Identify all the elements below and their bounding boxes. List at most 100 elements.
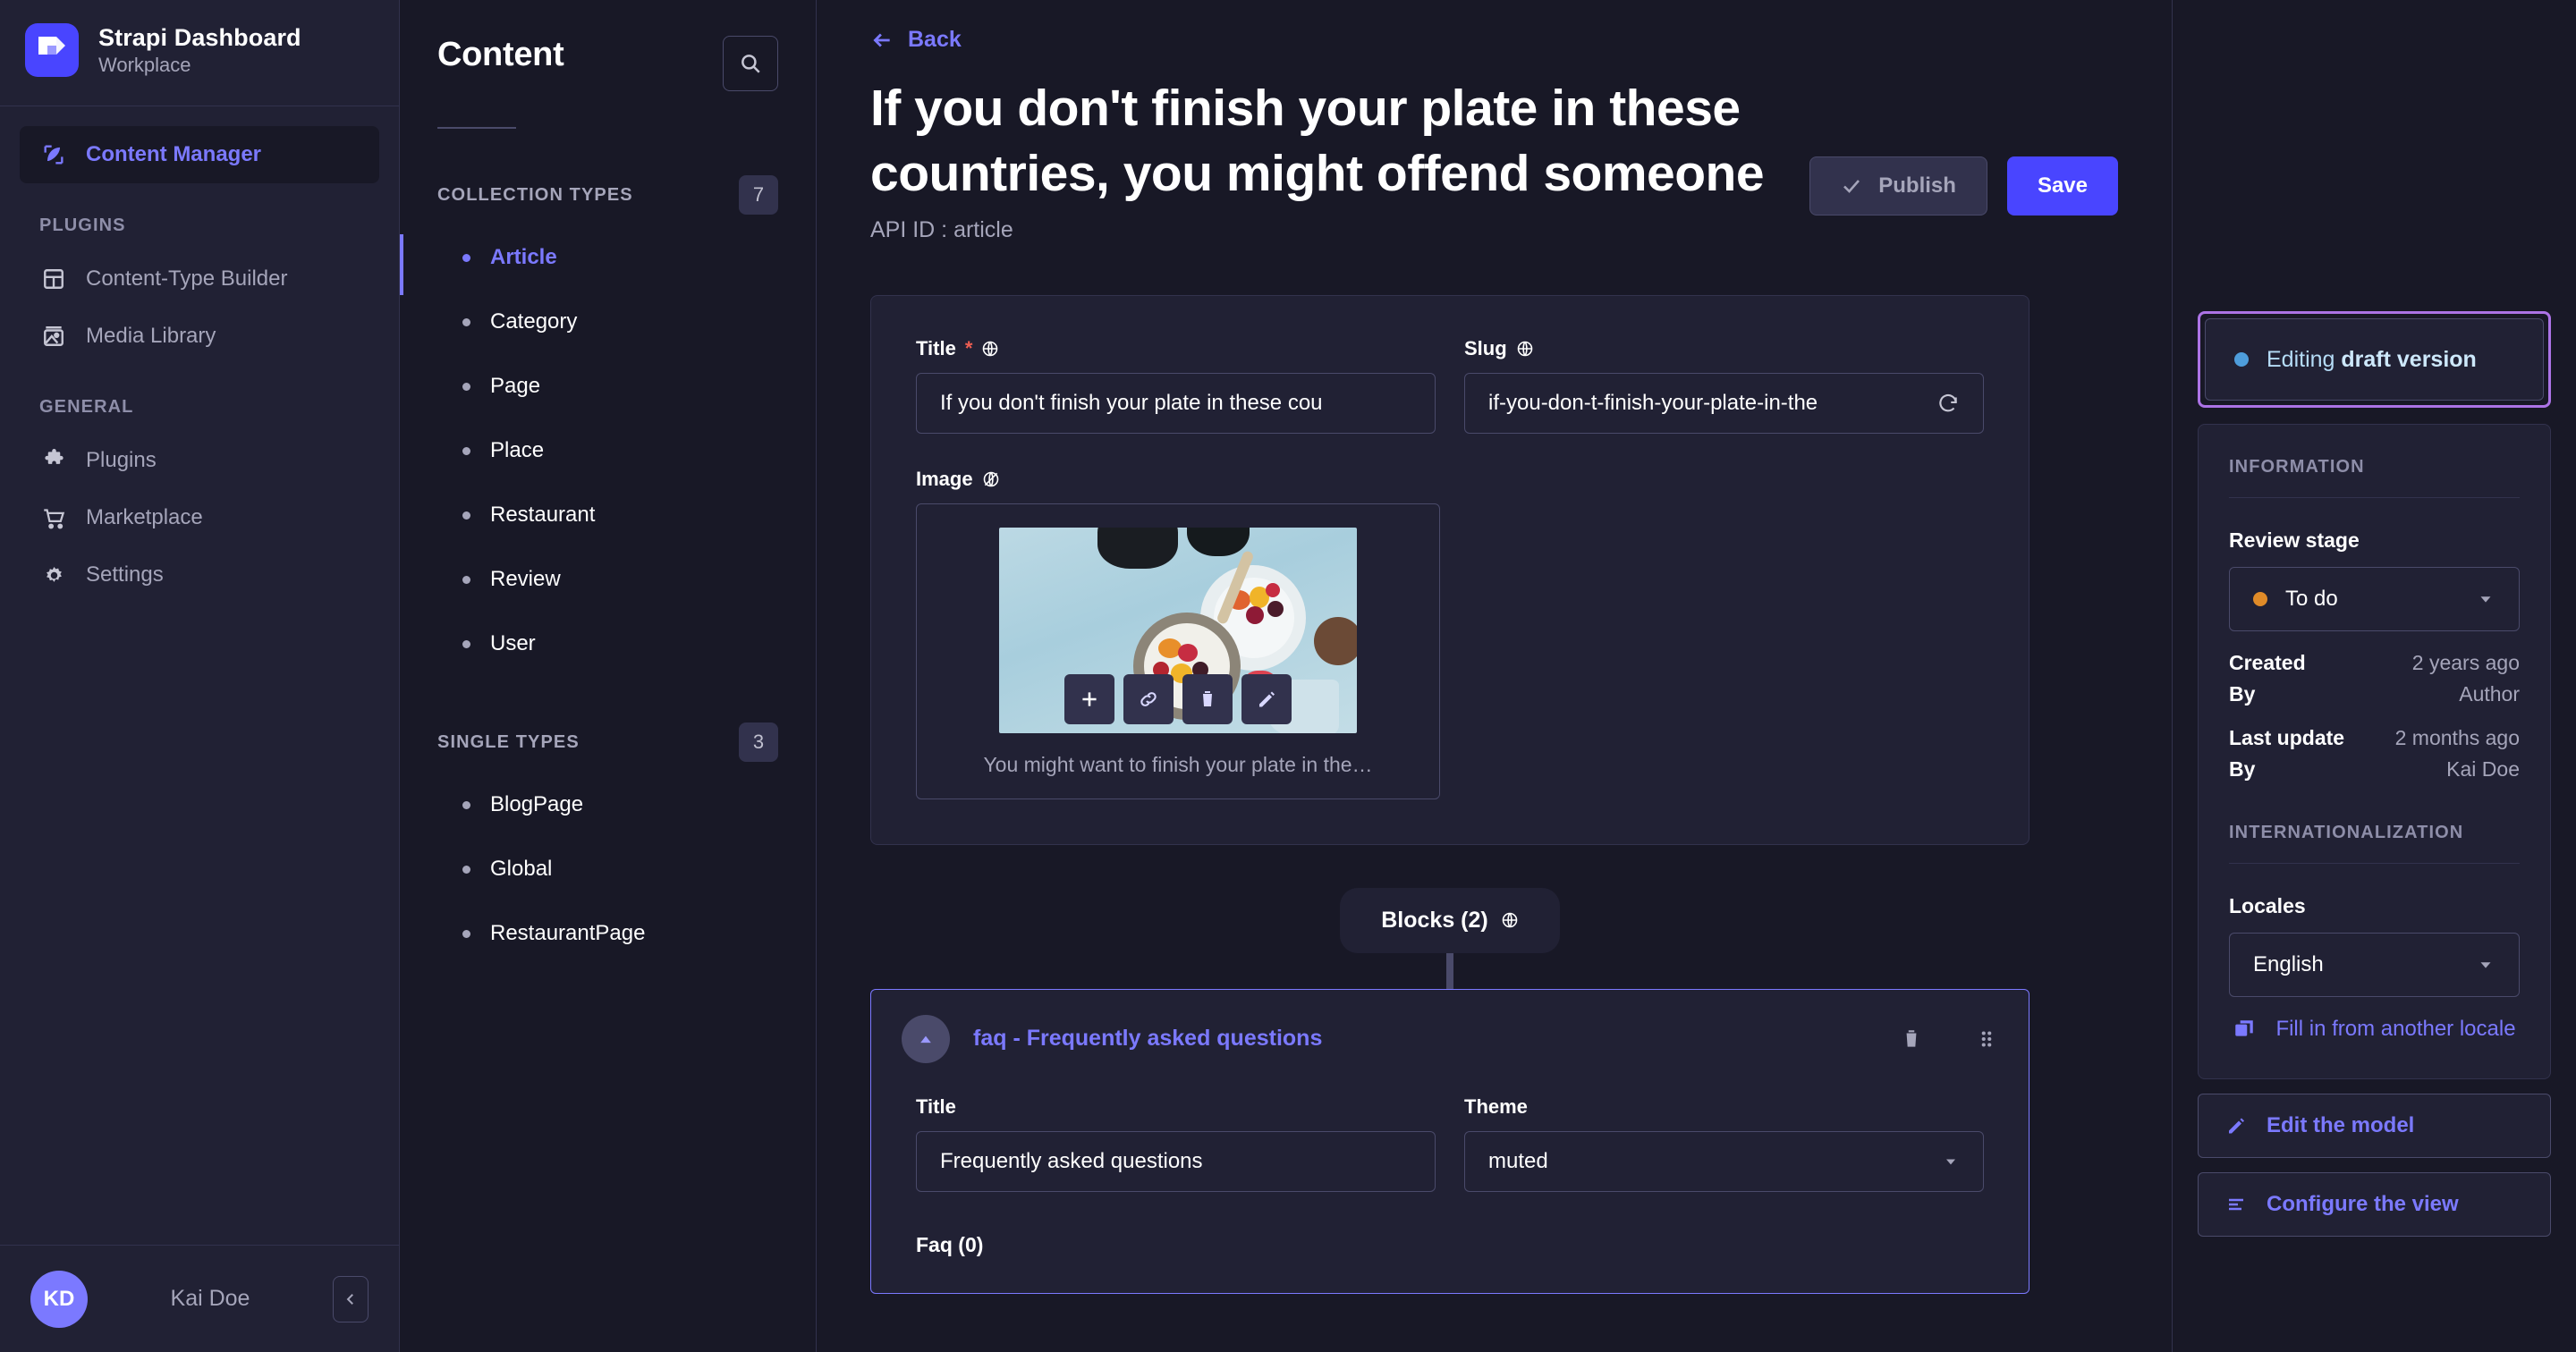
title-input[interactable]: If you don't finish your plate in these …: [916, 372, 1436, 434]
content-type-label: Review: [490, 567, 561, 591]
sidebar-item-media-library[interactable]: Media Library: [20, 308, 379, 365]
faq-theme-select[interactable]: muted: [1464, 1130, 1984, 1192]
left-sidebar: Strapi Dashboard Workplace Content Manag…: [0, 0, 400, 1352]
locale-select[interactable]: English: [2229, 933, 2520, 997]
trash-icon[interactable]: [1900, 1027, 1923, 1051]
status-dot-icon: [2234, 352, 2249, 367]
copy-icon: [2235, 1019, 2253, 1036]
save-button[interactable]: Save: [2006, 156, 2118, 215]
chevron-up-icon[interactable]: [902, 1014, 950, 1063]
blocks-pill[interactable]: Blocks (2): [1340, 887, 1560, 953]
meta-value: 2 years ago: [2411, 651, 2520, 674]
brand-title: Strapi Dashboard: [98, 23, 301, 51]
pencil-icon[interactable]: [1241, 673, 1292, 724]
image-field-label: Image: [916, 468, 1984, 491]
document-title: If you don't finish your plate in these …: [870, 80, 1765, 202]
content-type-item-article[interactable]: Article: [437, 225, 778, 290]
draft-emphasis: draft version: [2341, 346, 2477, 372]
review-stage-label: Review stage: [2229, 528, 2360, 552]
puzzle-icon: [39, 446, 68, 475]
content-type-item-restaurantpage[interactable]: RestaurantPage: [437, 901, 778, 966]
group-header-single-types: SINGLE TYPES 3: [437, 722, 778, 762]
avatar[interactable]: KD: [30, 1270, 88, 1328]
content-type-item-global[interactable]: Global: [437, 837, 778, 901]
sidebar-item-label: Plugins: [86, 448, 157, 472]
status-badge: Editing draft version: [2267, 347, 2477, 373]
globe-icon: [1517, 341, 1532, 357]
sidebar-item-label: Media Library: [86, 324, 216, 348]
chevron-down-icon: [2480, 962, 2491, 968]
group-count-badge: 7: [739, 175, 778, 215]
bullet-icon: [462, 317, 470, 326]
meta-key: Created: [2229, 651, 2306, 674]
image-icon: [39, 322, 68, 351]
content-type-item-category[interactable]: Category: [437, 290, 778, 354]
back-button[interactable]: Back: [870, 27, 962, 53]
link-icon[interactable]: [1123, 673, 1174, 724]
required-marker: *: [964, 336, 973, 359]
add-icon[interactable]: [1064, 673, 1114, 724]
save-label: Save: [2037, 173, 2088, 198]
label-text: Slug: [1464, 336, 1507, 359]
title-field-group: Title * If you don't finish your plate i…: [916, 337, 1436, 434]
block-component-card: faq - Frequently asked questions Title F…: [870, 988, 2029, 1294]
content-type-item-user[interactable]: User: [437, 612, 778, 676]
content-type-label: User: [490, 631, 536, 655]
meta-row: Created 2 years ago: [2229, 651, 2520, 675]
meta-key: By: [2229, 757, 2256, 781]
stage-dot-icon: [2253, 592, 2267, 606]
content-type-label: Category: [490, 309, 578, 334]
fill-from-locale-button[interactable]: Fill in from another locale: [2229, 1015, 2520, 1043]
meta-row: Last update 2 months ago: [2229, 726, 2520, 750]
edit-the-model-button[interactable]: Edit the model: [2198, 1094, 2551, 1159]
meta-row: By Author: [2229, 682, 2520, 706]
block-header: faq - Frequently asked questions: [871, 990, 2029, 1088]
group-header-collection-types: COLLECTION TYPES 7: [437, 175, 778, 215]
sidebar-collapse-button[interactable]: [333, 1275, 369, 1322]
content-type-item-page[interactable]: Page: [437, 354, 778, 418]
sidebar-item-marketplace[interactable]: Marketplace: [20, 489, 379, 546]
slug-input[interactable]: if-you-don-t-finish-your-plate-in-the: [1464, 372, 1984, 434]
refresh-icon[interactable]: [1936, 392, 1960, 415]
i18n-section-label: INTERNATIONALIZATION: [2229, 823, 2464, 842]
content-type-label: BlogPage: [490, 792, 584, 816]
image-caption: You might want to finish your plate in t…: [983, 752, 1373, 776]
image-field-group: Image You might want to finish your plat…: [916, 468, 1984, 799]
review-stage-select[interactable]: To do: [2229, 567, 2520, 631]
bullet-icon: [462, 929, 470, 938]
api-id-label: API ID : article: [870, 216, 1013, 242]
main-content: Back If you don't finish your plate in t…: [817, 0, 2172, 1352]
chevron-left-icon: [346, 1293, 353, 1305]
content-type-item-review[interactable]: Review: [437, 547, 778, 612]
configure-the-view-button[interactable]: Configure the view: [2198, 1172, 2551, 1238]
faq-theme-label: Theme: [1464, 1094, 1528, 1118]
configure-the-view-label: Configure the view: [2267, 1192, 2459, 1217]
layout-grid-icon: [39, 265, 68, 293]
faq-title-label: Title: [916, 1094, 956, 1118]
sidebar-item-content-manager[interactable]: Content Manager: [20, 126, 379, 183]
blocks-section: Blocks (2) faq - Frequently asked questi…: [870, 887, 2029, 1294]
sidebar-item-plugins[interactable]: Plugins: [20, 432, 379, 489]
meta-value: Author: [2459, 682, 2520, 706]
pencil-icon: [2229, 1118, 2244, 1134]
content-type-item-blogpage[interactable]: BlogPage: [437, 773, 778, 837]
drag-handle-icon[interactable]: [1975, 1027, 1998, 1051]
search-button[interactable]: [723, 36, 778, 91]
image-upload-box[interactable]: You might want to finish your plate in t…: [916, 503, 1440, 799]
sidebar-section-plugins: PLUGINS: [39, 215, 126, 235]
image-actions: [1064, 673, 1292, 724]
divider: [437, 127, 516, 129]
fill-from-locale-label: Fill in from another locale: [2275, 1017, 2516, 1041]
content-type-item-place[interactable]: Place: [437, 418, 778, 483]
sidebar-item-settings[interactable]: Settings: [20, 546, 379, 604]
nav-list: Content Manager PLUGINS Content-Type Bui…: [0, 106, 399, 1245]
trash-icon[interactable]: [1182, 673, 1233, 724]
faq-title-input[interactable]: Frequently asked questions: [916, 1130, 1436, 1192]
content-type-item-restaurant[interactable]: Restaurant: [437, 483, 778, 547]
publish-button[interactable]: Publish: [1809, 156, 1987, 215]
meta-value: Kai Doe: [2446, 757, 2520, 781]
draft-status-badge[interactable]: Editing draft version: [2205, 318, 2544, 401]
slug-field-label: Slug: [1464, 337, 1984, 360]
sidebar-item-content-type-builder[interactable]: Content-Type Builder: [20, 250, 379, 308]
locale-value: English: [2253, 952, 2324, 976]
